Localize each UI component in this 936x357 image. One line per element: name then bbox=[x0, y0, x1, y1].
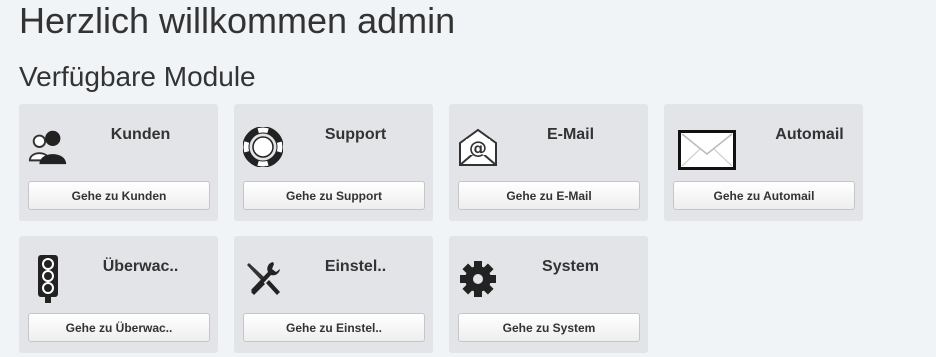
gear-icon bbox=[457, 258, 499, 300]
email-at-icon: @ bbox=[457, 126, 499, 168]
module-title: Support bbox=[324, 126, 387, 143]
goto-automail-button[interactable]: Gehe zu Automail bbox=[673, 181, 855, 210]
svg-text:@: @ bbox=[469, 138, 487, 159]
modules-heading: Verfügbare Module bbox=[19, 61, 256, 92]
module-tile-automail: Automail Gehe zu Automail bbox=[664, 104, 863, 221]
module-title: System bbox=[542, 258, 599, 275]
traffic-light-icon bbox=[27, 255, 69, 303]
goto-kunden-button[interactable]: Gehe zu Kunden bbox=[28, 181, 210, 210]
goto-support-button[interactable]: Gehe zu Support bbox=[243, 181, 425, 210]
welcome-heading: Herzlich willkommen admin bbox=[19, 0, 456, 41]
lifebuoy-icon bbox=[242, 126, 284, 168]
module-tile-kunden: Kunden Gehe zu Kunden bbox=[19, 104, 218, 221]
module-tile-einstellungen: Einstel.. Gehe zu Einstel.. bbox=[234, 236, 433, 353]
module-title: Kunden bbox=[110, 126, 171, 143]
module-title: Überwac.. bbox=[102, 258, 179, 275]
goto-email-button[interactable]: Gehe zu E-Mail bbox=[458, 181, 640, 210]
module-tile-email: @ E-Mail Gehe zu E-Mail bbox=[449, 104, 648, 221]
envelope-icon bbox=[678, 130, 736, 170]
module-tile-support: Support Gehe zu Support bbox=[234, 104, 433, 221]
module-title: Automail bbox=[775, 126, 844, 143]
goto-system-button[interactable]: Gehe zu System bbox=[458, 313, 640, 342]
module-title: E-Mail bbox=[546, 126, 595, 143]
module-tile-system: System Gehe zu System bbox=[449, 236, 648, 353]
goto-ueberwachung-button[interactable]: Gehe zu Überwac.. bbox=[28, 313, 210, 342]
users-icon bbox=[27, 126, 69, 168]
module-tile-ueberwachung: Überwac.. Gehe zu Überwac.. bbox=[19, 236, 218, 353]
tools-icon bbox=[242, 258, 284, 300]
goto-einstellungen-button[interactable]: Gehe zu Einstel.. bbox=[243, 313, 425, 342]
module-title: Einstel.. bbox=[324, 258, 387, 275]
